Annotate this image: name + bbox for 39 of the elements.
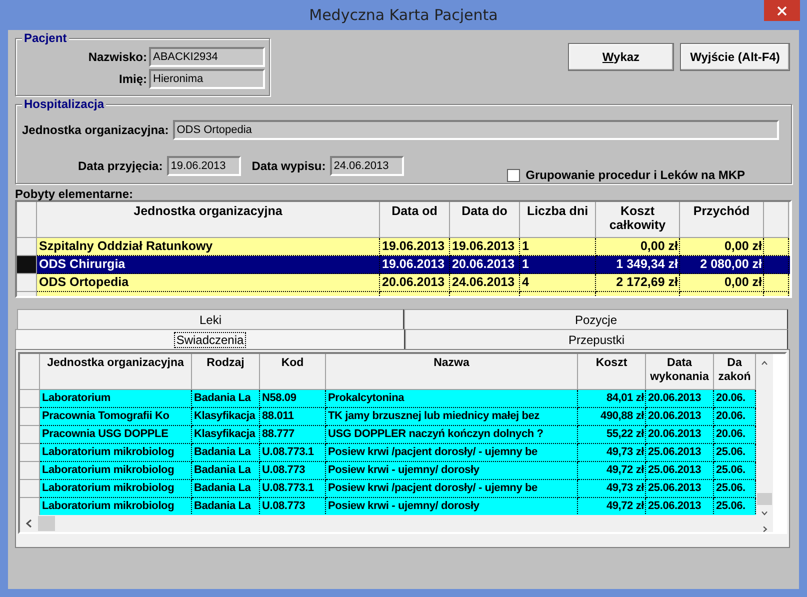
exit-button[interactable]: Wyjście (Alt-F4) [680, 43, 790, 71]
list-button[interactable]: Wykaz [568, 43, 674, 71]
text-field[interactable]: 24.06.2013 [330, 156, 404, 176]
table-row[interactable]: ODS Ortopedia 20.06.2013 24.06.2013 4 2 172,69 zł 0,00 zł [17, 274, 790, 292]
section-label: Pobyty elementarne: [15, 187, 134, 200]
field-label: Data przyjęcia: [78, 159, 163, 173]
table-row[interactable]: Laboratorium Badania La N58.09 Prokalcytonina 84,01 zł 20.06.2013 20.06. [20, 390, 756, 408]
table-row[interactable]: ODS Chirurgia 19.06.2013 20.06.2013 1 1 349,34 zł 2 080,00 zł [17, 256, 790, 274]
text-field[interactable]: 19.06.2013 [166, 156, 241, 176]
tab[interactable]: Pozycje [404, 309, 788, 329]
field-label: Imię: [118, 72, 147, 86]
field-label: Data wypisu: [252, 159, 326, 173]
checkbox-label: Grupowanie procedur i Leków na MKP [526, 168, 745, 182]
text-field[interactable]: ODS Ortopedia [172, 120, 779, 140]
scroll-thumb[interactable] [757, 493, 772, 506]
table-row[interactable]: Laboratorium mikrobiolog Badania La U.08.773.1 Posiew krwi /pacjent dorosły/ - ujemny be 49,73 zł 25.06.2013 25.06. [20, 480, 756, 498]
table-row[interactable]: Pracownia USG DOPPLE Klasyfikacja 88.777 USG DOPPLER naczyń kończyn dolnych ? 55,22 zł 20.06.2013 20.06. [20, 426, 756, 444]
table-row[interactable]: Pracownia Tomografii Ko Klasyfikacja 88.011 TK jamy brzusznej lub miednicy małej bez 490,88 zł 20.06.2013 20.06. [20, 408, 756, 426]
text-field[interactable]: Hieronima [149, 69, 265, 89]
horizontal-scrollbar[interactable] [20, 515, 756, 532]
vertical-scrollbar[interactable] [756, 354, 773, 532]
table-row[interactable]: Szpitalny Oddział Ratunkowy 19.06.2013 19.06.2013 1 0,00 zł 0,00 zł [17, 238, 790, 256]
field-label: Nazwisko: [88, 50, 147, 64]
tab[interactable]: Leki [17, 309, 404, 329]
checkbox[interactable] [506, 168, 520, 182]
window-title: Medyczna Karta Pacjenta [309, 6, 498, 24]
group-title: Hospitalizacja [22, 97, 106, 111]
tab[interactable]: Swiadczenia [15, 329, 405, 349]
group-title: Pacjent [22, 31, 69, 45]
field-label: Jednostka organizacyjna: [22, 123, 169, 137]
scroll-thumb[interactable] [38, 516, 55, 531]
row-selector[interactable] [17, 256, 37, 274]
table-row[interactable]: Laboratorium mikrobiolog Badania La U.08.773.1 Posiew krwi /pacjent dorosły/ - ujemny be 49,73 zł 25.06.2013 25.06. [20, 444, 756, 462]
text-field[interactable]: ABACKI2934 [149, 47, 265, 67]
table-row[interactable]: Laboratorium mikrobiolog Badania La U.08.773 Posiew krwi - ujemny/ dorosły 49,72 zł 25.06.2013 25.06. [20, 498, 756, 515]
tab[interactable]: Przepustki [405, 329, 788, 349]
table-row[interactable]: Laboratorium mikrobiolog Badania La U.08.773 Posiew krwi - ujemny/ dorosły 49,72 zł 25.06.2013 25.06. [20, 462, 756, 480]
close-icon [777, 6, 787, 16]
close-button[interactable] [764, 0, 800, 21]
